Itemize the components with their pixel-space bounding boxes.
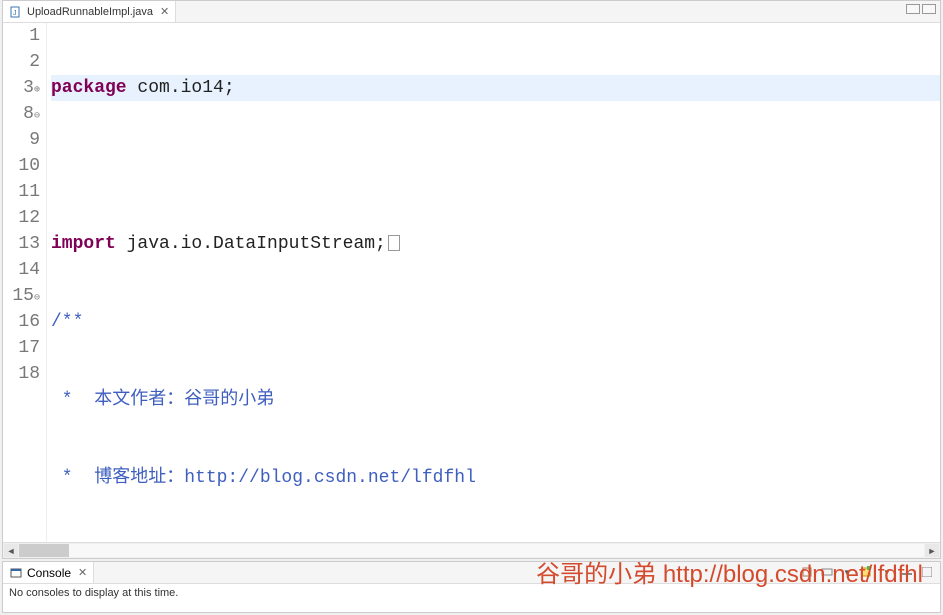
code-line: package com.io14; — [51, 75, 940, 101]
tab-close-button[interactable]: ✕ — [160, 5, 169, 18]
code-editor[interactable]: 1 2 3⊕ 8⊖ 9 10 11 12 13 14 15⊖ 16 17 18 … — [3, 23, 940, 542]
console-tab-close[interactable]: ✕ — [78, 566, 87, 579]
code-line — [51, 153, 940, 179]
gutter-line: 2 — [3, 49, 40, 75]
gutter-line: 13 — [3, 231, 40, 257]
editor-tab[interactable]: J UploadRunnableImpl.java ✕ — [3, 1, 176, 22]
code-body[interactable]: package com.io14; import java.io.DataInp… — [47, 23, 940, 542]
line-number-gutter: 1 2 3⊕ 8⊖ 9 10 11 12 13 14 15⊖ 16 17 18 — [3, 23, 47, 542]
code-line: import java.io.DataInputStream; — [51, 231, 940, 257]
tab-filename: UploadRunnableImpl.java — [27, 6, 153, 18]
minimize-button[interactable] — [906, 4, 920, 14]
gutter-line: 15⊖ — [3, 283, 40, 309]
gutter-line: 8⊖ — [3, 101, 40, 127]
java-file-icon: J — [9, 5, 23, 19]
editor-pane: J UploadRunnableImpl.java ✕ 1 2 3⊕ 8⊖ 9 … — [2, 0, 941, 559]
gutter-line: 16 — [3, 309, 40, 335]
editor-tab-bar: J UploadRunnableImpl.java ✕ — [3, 1, 940, 23]
console-tab[interactable]: Console ✕ — [3, 562, 94, 583]
console-tab-title: Console — [27, 566, 71, 580]
gutter-line: 10 — [3, 153, 40, 179]
code-line: * 博客地址：http://blog.csdn.net/lfdfhl — [51, 465, 940, 491]
gutter-line: 9 — [3, 127, 40, 153]
gutter-line: 14 — [3, 257, 40, 283]
svg-text:J: J — [13, 10, 17, 17]
scroll-left-button[interactable]: ◄ — [4, 544, 18, 557]
scroll-right-button[interactable]: ► — [925, 544, 939, 557]
gutter-line: 1 — [3, 23, 40, 49]
watermark-text: 谷哥的小弟 http://blog.csdn.net/lfdfhl — [536, 554, 923, 589]
gutter-line: 3⊕ — [3, 75, 40, 101]
gutter-line: 17 — [3, 335, 40, 361]
editor-window-controls — [906, 4, 936, 14]
code-line: /** — [51, 309, 940, 335]
gutter-line: 12 — [3, 205, 40, 231]
code-line: * 本文作者：谷哥的小弟 — [51, 387, 940, 413]
collapsed-import-indicator[interactable] — [388, 235, 400, 251]
gutter-line: 18 — [3, 361, 40, 387]
scroll-thumb[interactable] — [19, 544, 69, 557]
console-icon — [9, 566, 23, 580]
gutter-line: 11 — [3, 179, 40, 205]
maximize-button[interactable] — [922, 4, 936, 14]
